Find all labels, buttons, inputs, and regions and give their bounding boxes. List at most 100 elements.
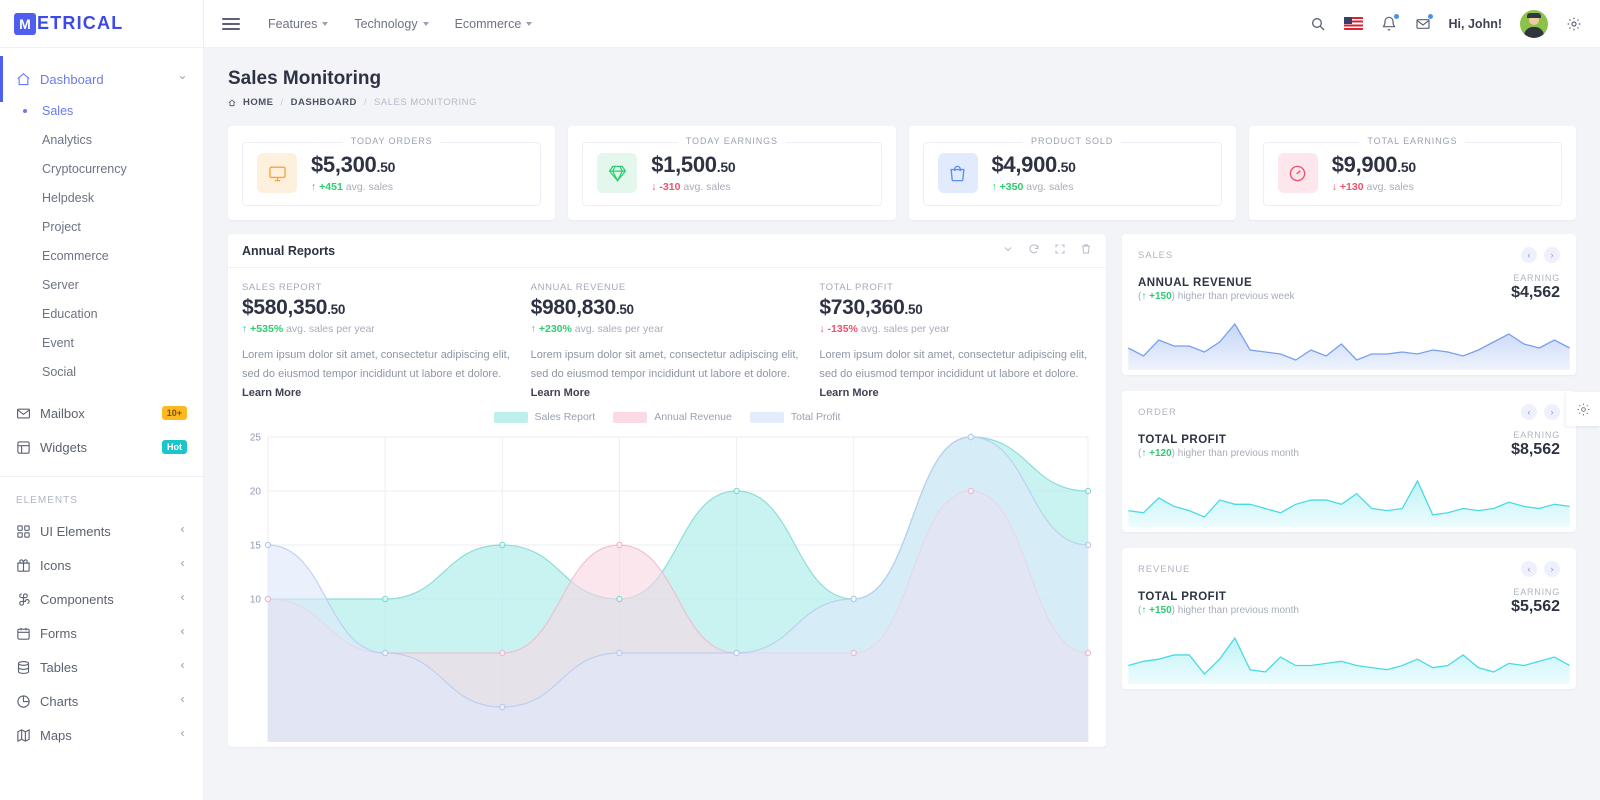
stat-card-value: $1,500.50 xyxy=(651,153,735,177)
widget-amount: $8,562 xyxy=(1511,441,1560,459)
sidebar-item-helpdesk[interactable]: Helpdesk xyxy=(0,183,203,212)
legend-item-sales-report[interactable]: Sales Report xyxy=(494,411,596,423)
widget-category: ORDER xyxy=(1138,407,1177,418)
topbar: Features Technology Ecommerce xyxy=(204,0,1600,48)
legend-swatch xyxy=(494,412,528,423)
caret-down-icon xyxy=(526,22,532,26)
sidebar: M ETRICAL Dashboard Sales Analytics Cryp… xyxy=(0,0,204,800)
report-description: Lorem ipsum dolor sit amet, consectetur … xyxy=(819,346,1092,403)
sidebar-item-analytics[interactable]: Analytics xyxy=(0,125,203,154)
topnav-item-ecommerce[interactable]: Ecommerce xyxy=(455,17,533,31)
widget-pager: ‹ › xyxy=(1521,247,1560,263)
brand-name: ETRICAL xyxy=(37,13,123,34)
chevron-down-icon[interactable] xyxy=(1002,242,1014,260)
sidebar-item-label: Widgets xyxy=(40,440,87,455)
search-icon[interactable] xyxy=(1310,16,1326,32)
sidebar-item-cryptocurrency[interactable]: Cryptocurrency xyxy=(0,154,203,183)
legend-item-total-profit[interactable]: Total Profit xyxy=(750,411,841,423)
sidebar-item-dashboard[interactable]: Dashboard xyxy=(0,62,203,96)
trash-icon[interactable] xyxy=(1080,242,1092,260)
sidebar-sub-label: Helpdesk xyxy=(42,191,94,205)
next-arrow-icon[interactable]: › xyxy=(1544,247,1560,263)
trend-up-icon: ↑ xyxy=(1141,448,1146,459)
widget-sparkline xyxy=(1122,469,1576,532)
sidebar-item-ui-elements[interactable]: UI Elements xyxy=(0,514,203,548)
sidebar-item-mailbox[interactable]: Mailbox 10+ xyxy=(0,396,203,430)
sidebar-item-tables[interactable]: Tables xyxy=(0,650,203,684)
topnav-item-technology[interactable]: Technology xyxy=(354,17,428,31)
learn-more-link[interactable]: Learn More xyxy=(531,387,590,399)
topnav-item-features[interactable]: Features xyxy=(268,17,328,31)
expand-icon[interactable] xyxy=(1054,242,1066,260)
report-note: avg. sales per year xyxy=(286,323,375,335)
prev-arrow-icon[interactable]: ‹ xyxy=(1521,247,1537,263)
chart-legend: Sales Report Annual Revenue Total Profit xyxy=(228,411,1106,423)
widget-title: TOTAL PROFIT xyxy=(1138,591,1299,603)
prev-arrow-icon[interactable]: ‹ xyxy=(1521,404,1537,420)
sidebar-item-widgets[interactable]: Widgets Hot xyxy=(0,430,203,464)
report-value: $730,360.50 xyxy=(819,296,1092,320)
topnav-label: Features xyxy=(268,17,317,31)
learn-more-link[interactable]: Learn More xyxy=(819,387,878,399)
sidebar-item-icons[interactable]: Icons xyxy=(0,548,203,582)
widget-pager: ‹ › xyxy=(1521,561,1560,577)
sidebar-item-project[interactable]: Project xyxy=(0,212,203,241)
refresh-icon[interactable] xyxy=(1028,242,1040,260)
stat-card-product-sold: PRODUCT SOLD $4,900.50 ↑ +350 avg. sal xyxy=(909,126,1236,220)
sidebar-item-maps[interactable]: Maps xyxy=(0,718,203,752)
trend-down-icon: ↓ xyxy=(1332,181,1337,193)
avatar[interactable] xyxy=(1520,10,1548,38)
menu-toggle-icon[interactable] xyxy=(222,15,240,33)
stat-card-note: avg. sales xyxy=(1026,181,1073,193)
learn-more-link[interactable]: Learn More xyxy=(242,387,301,399)
report-label: TOTAL PROFIT xyxy=(819,282,1092,293)
widget-delta: (↑ +150) higher than previous month xyxy=(1138,605,1299,616)
sparkline-svg xyxy=(1122,626,1576,684)
stat-card-total-earnings: TOTAL EARNINGS $9,900.50 ↓ +130 avg. s xyxy=(1249,126,1576,220)
brand-logo[interactable]: M ETRICAL xyxy=(0,0,203,48)
settings-gear-icon[interactable] xyxy=(1566,16,1582,32)
widget-title: ANNUAL REVENUE xyxy=(1138,277,1295,289)
report-delta: +230% xyxy=(539,323,572,335)
sidebar-item-event[interactable]: Event xyxy=(0,328,203,357)
sidebar-item-charts[interactable]: Charts xyxy=(0,684,203,718)
widget-order: ORDER ‹ › TOTAL PROFIT (↑ +120) higher t… xyxy=(1122,391,1576,532)
breadcrumb-separator: / xyxy=(364,97,367,108)
trend-up-icon: ↑ xyxy=(242,323,247,335)
report-subtext: ↓ -135% avg. sales per year xyxy=(819,323,1092,335)
report-label: SALES REPORT xyxy=(242,282,515,293)
theme-settings-gear-icon[interactable] xyxy=(1566,392,1600,426)
sidebar-item-forms[interactable]: Forms xyxy=(0,616,203,650)
sparkline-svg xyxy=(1122,312,1576,370)
sidebar-nav: Dashboard Sales Analytics Cryptocurrency… xyxy=(0,48,203,752)
sidebar-item-ecommerce[interactable]: Ecommerce xyxy=(0,241,203,270)
widget-earning-label: EARNING xyxy=(1511,430,1560,440)
notifications-bell-icon[interactable] xyxy=(1381,16,1397,32)
pie-chart-icon xyxy=(16,694,40,709)
sidebar-item-sales[interactable]: Sales xyxy=(0,96,203,125)
chevron-down-icon xyxy=(178,73,187,85)
chevron-left-icon xyxy=(178,627,187,639)
stat-card-label: TODAY EARNINGS xyxy=(678,136,786,146)
sidebar-item-server[interactable]: Server xyxy=(0,270,203,299)
language-flag-icon[interactable] xyxy=(1344,17,1363,30)
breadcrumb-current: SALES MONITORING xyxy=(374,97,477,108)
sidebar-item-education[interactable]: Education xyxy=(0,299,203,328)
legend-label: Total Profit xyxy=(791,411,841,423)
next-arrow-icon[interactable]: › xyxy=(1544,404,1560,420)
sidebar-item-label: Tables xyxy=(40,660,78,675)
chevron-left-icon xyxy=(178,559,187,571)
breadcrumb-dashboard[interactable]: DASHBOARD xyxy=(291,97,357,108)
messages-mail-icon[interactable] xyxy=(1415,16,1431,32)
report-delta: -135% xyxy=(828,323,858,335)
map-icon xyxy=(16,728,40,743)
sidebar-sub-label: Social xyxy=(42,365,76,379)
next-arrow-icon[interactable]: › xyxy=(1544,561,1560,577)
stat-card-subtext: ↑ +451 avg. sales xyxy=(311,181,395,193)
sidebar-item-components[interactable]: Components xyxy=(0,582,203,616)
widget-sparkline xyxy=(1122,312,1576,375)
legend-item-annual-revenue[interactable]: Annual Revenue xyxy=(613,411,732,423)
breadcrumb-home[interactable]: HOME xyxy=(243,97,274,108)
sidebar-item-social[interactable]: Social xyxy=(0,357,203,386)
prev-arrow-icon[interactable]: ‹ xyxy=(1521,561,1537,577)
